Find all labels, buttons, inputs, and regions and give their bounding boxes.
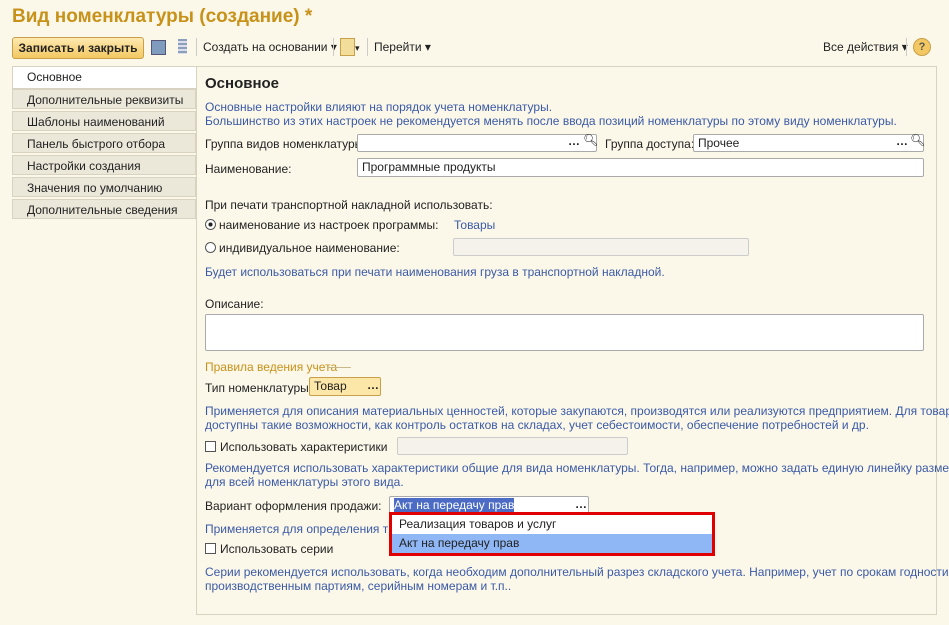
save-icon[interactable] <box>151 40 166 55</box>
goods-link[interactable]: Товары <box>454 218 495 232</box>
create-based-label: Создать на основании <box>203 40 328 54</box>
name-field[interactable]: Программные продукты <box>357 158 924 177</box>
create-based-menu[interactable]: Создать на основании ▾ <box>203 40 337 54</box>
tab-defaults[interactable]: Значения по умолчанию <box>12 177 196 197</box>
select-button[interactable]: … <box>367 378 379 392</box>
help-button[interactable]: ? <box>913 38 931 56</box>
info-text: Большинство из этих настроек не рекоменд… <box>205 114 897 128</box>
sale-hint: Применяется для определения типа <box>205 522 409 536</box>
tab-quick-filter[interactable]: Панель быстрого отбора <box>12 133 196 153</box>
select-button[interactable]: … <box>575 497 587 511</box>
search-icon[interactable]: 🔍︎ <box>583 133 598 147</box>
radio1-label: наименование из настроек программы: <box>219 218 439 232</box>
group-label: Группа видов номенклатуры: <box>205 137 367 151</box>
goto-menu[interactable]: Перейти ▾ <box>374 40 431 54</box>
window-title: Вид номенклатуры (создание) * <box>12 6 313 27</box>
use-characteristics-checkbox[interactable] <box>205 441 216 452</box>
sale-label: Вариант оформления продажи: <box>205 499 382 513</box>
sale-variant-dropdown: Реализация товаров и услуг Акт на переда… <box>389 512 715 556</box>
series-hint: производственным партиям, серийным номер… <box>205 579 512 593</box>
type-hint: доступны такие возможности, как контроль… <box>205 418 869 432</box>
all-actions-menu[interactable]: Все действия ▾ <box>823 40 908 54</box>
type-hint: Применяется для описания материальных це… <box>205 404 949 418</box>
report-icon[interactable] <box>340 38 355 56</box>
characteristics-hint: Рекомендуется использовать характеристик… <box>205 461 949 475</box>
series-label: Использовать серии <box>220 542 334 556</box>
info-text: Основные настройки влияют на порядок уче… <box>205 100 553 114</box>
description-label: Описание: <box>205 297 264 311</box>
sale-value: Акт на передачу прав <box>394 498 515 512</box>
characteristics-hint: для всей номенклатуры этого вида. <box>205 475 404 489</box>
description-field[interactable] <box>205 314 924 351</box>
divider <box>327 367 351 368</box>
name-value: Программные продукты <box>362 160 496 174</box>
tab-name-templates[interactable]: Шаблоны наименований <box>12 111 196 131</box>
individual-name-field[interactable] <box>453 238 749 256</box>
access-value: Прочее <box>698 136 740 150</box>
search-icon[interactable]: 🔍︎ <box>910 133 925 147</box>
all-actions-label: Все действия <box>823 40 899 54</box>
save-close-button[interactable]: Записать и закрыть <box>12 37 144 59</box>
tab-creation-settings[interactable]: Настройки создания <box>12 155 196 175</box>
tab-main[interactable]: Основное <box>12 66 196 89</box>
radio2-label: индивидуальное наименование: <box>219 241 400 255</box>
name-label: Наименование: <box>205 162 292 176</box>
access-label: Группа доступа: <box>605 137 695 151</box>
access-field[interactable]: Прочее <box>693 134 924 152</box>
select-button[interactable]: … <box>568 134 580 148</box>
characteristics-label: Использовать характеристики <box>220 440 388 454</box>
series-hint: Серии рекомендуется использовать, когда … <box>205 565 949 579</box>
tab-extra-attrs[interactable]: Дополнительные реквизиты <box>12 89 196 109</box>
section-heading: Основное <box>205 75 280 92</box>
rules-title: Правила ведения учета <box>205 360 338 374</box>
select-button[interactable]: … <box>896 134 908 148</box>
dropdown-option[interactable]: Реализация товаров и услуг <box>392 515 712 534</box>
goto-label: Перейти <box>374 40 422 54</box>
type-label: Тип номенклатуры: <box>205 381 313 395</box>
print-label: При печати транспортной накладной исполь… <box>205 198 493 212</box>
tab-extra-info[interactable]: Дополнительные сведения <box>12 199 196 219</box>
characteristics-field[interactable] <box>397 437 628 455</box>
dropdown-option-selected[interactable]: Акт на передачу прав <box>392 534 712 553</box>
print-hint: Будет использоваться при печати наименов… <box>205 265 665 279</box>
radio-individual-name[interactable] <box>205 242 216 253</box>
type-value: Товар <box>314 379 347 393</box>
group-field[interactable] <box>357 134 597 152</box>
use-series-checkbox[interactable] <box>205 543 216 554</box>
list-icon[interactable] <box>178 39 187 54</box>
radio-program-name[interactable] <box>205 219 216 230</box>
